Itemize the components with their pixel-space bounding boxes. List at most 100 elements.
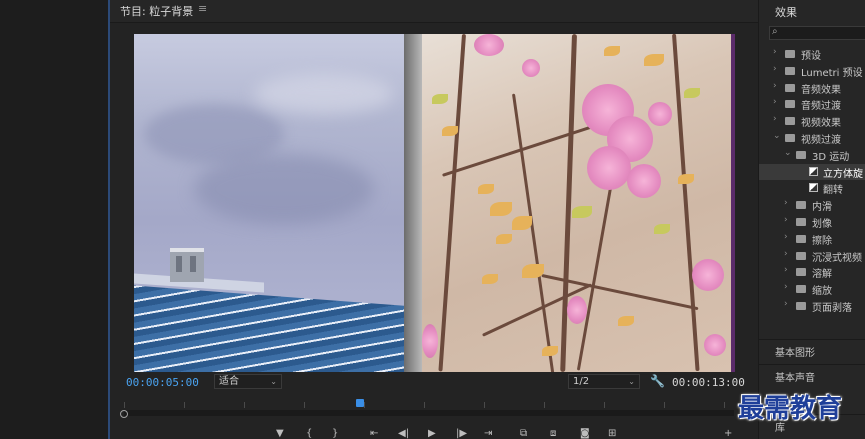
- effects-tree-item[interactable]: › 划像: [759, 214, 865, 230]
- cube-transition-edge: [404, 34, 422, 372]
- chevron-right-icon[interactable]: ›: [784, 232, 788, 242]
- folder-icon: [796, 218, 806, 226]
- effects-tree-item[interactable]: › 视频效果: [759, 113, 865, 129]
- effects-tree-item[interactable]: › 擦除: [759, 231, 865, 247]
- chevron-right-icon[interactable]: ›: [773, 47, 777, 57]
- effects-search-input[interactable]: ⌕: [769, 26, 865, 40]
- insert-icon[interactable]: ⧉: [520, 428, 527, 439]
- folder-icon: [785, 83, 795, 92]
- program-monitor-title[interactable]: 节目: 粒子背景: [120, 3, 193, 19]
- add-button-icon[interactable]: +: [724, 428, 732, 439]
- folder-icon: [785, 134, 795, 142]
- effects-tree-label: 划像: [812, 219, 832, 230]
- effects-tree-label: 页面剥落: [812, 303, 852, 314]
- go-to-in-icon[interactable]: ⇤: [370, 428, 378, 439]
- transport-controls: ▼ { } ⇤ ◀| ▶ |▶ ⇥ ⧉ ⧈ ◙ ⊞ +: [270, 428, 740, 439]
- step-back-icon[interactable]: ◀|: [398, 428, 409, 439]
- program-monitor-header: 节目: 粒子背景 ≡: [110, 0, 758, 23]
- effects-tree-item[interactable]: › 溶解: [759, 264, 865, 280]
- chevron-right-icon[interactable]: ›: [784, 299, 788, 309]
- effects-tree-label: Lumetri 预设: [801, 67, 863, 79]
- chevron-right-icon[interactable]: ›: [773, 64, 777, 74]
- effects-tree-item[interactable]: › 音频过渡: [759, 96, 865, 112]
- effects-tree-item[interactable]: 立方体旋: [759, 163, 865, 180]
- effects-tree-label: 音频过渡: [801, 101, 841, 113]
- transition-effect-icon: [809, 183, 818, 193]
- export-frame-icon[interactable]: ◙: [580, 428, 590, 439]
- program-monitor: 节目: 粒子背景 ≡ 00:00:05:00 适合 ⌄ 1/2 ⌄ 🔧 00:0…: [110, 0, 758, 439]
- folder-icon: [796, 201, 806, 210]
- wrench-icon[interactable]: 🔧: [650, 374, 665, 388]
- folder-icon: [796, 302, 806, 310]
- search-icon: ⌕: [772, 26, 778, 37]
- effects-tree-label: 翻转: [823, 185, 843, 197]
- zoom-fit-value: 适合: [219, 376, 239, 387]
- effects-tree-item[interactable]: 翻转: [759, 180, 865, 196]
- blossom-frame: [422, 34, 735, 372]
- in-point-marker[interactable]: [120, 410, 128, 418]
- chevron-down-icon[interactable]: ⌄: [773, 131, 781, 141]
- effects-tree-label: 视频过渡: [801, 135, 841, 146]
- effects-tree-label: 视频效果: [801, 118, 841, 130]
- effects-tree-label: 预设: [801, 51, 821, 62]
- effects-tree-label: 缩放: [812, 286, 832, 298]
- effects-tree-label: 内滑: [812, 202, 832, 214]
- current-timecode[interactable]: 00:00:05:00: [126, 376, 199, 389]
- chevron-right-icon[interactable]: ›: [784, 249, 788, 259]
- chevron-down-icon: ⌄: [628, 377, 635, 386]
- folder-icon: [796, 150, 806, 159]
- chevron-right-icon[interactable]: ›: [784, 282, 788, 292]
- effects-panel: 效果 ⌕ › 预设 › Lumetri 预设 › 音频效果 › 音频过渡 › 视频效果 ⌄ 视频过渡 ⌄…: [758, 0, 865, 439]
- folder-icon: [796, 285, 806, 294]
- chevron-down-icon: ⌄: [270, 377, 277, 386]
- chevron-right-icon[interactable]: ›: [784, 215, 788, 225]
- effects-tree-item[interactable]: ⌄ 视频过渡: [759, 130, 865, 146]
- effects-tree-item[interactable]: › 页面剥落: [759, 298, 865, 314]
- effects-tree-label: 3D 运动: [812, 151, 850, 163]
- watermark-logo: 最需教育: [738, 394, 843, 424]
- effects-tree-item[interactable]: › 内滑: [759, 197, 865, 213]
- time-ruler[interactable]: [120, 398, 740, 418]
- effects-tree-item[interactable]: › 缩放: [759, 281, 865, 297]
- section-essential-graphics[interactable]: 基本图形: [759, 339, 865, 362]
- effects-tree-item[interactable]: ⌄ 3D 运动: [759, 147, 865, 163]
- mark-out-icon[interactable]: }: [332, 428, 338, 439]
- effects-tree-label: 沉浸式视频: [812, 252, 862, 264]
- effects-tree-label: 溶解: [812, 269, 832, 281]
- go-to-out-icon[interactable]: ⇥: [484, 428, 492, 439]
- effects-tree-item[interactable]: › 预设: [759, 46, 865, 62]
- transition-effect-icon: [809, 166, 818, 176]
- step-forward-icon[interactable]: |▶: [456, 428, 467, 439]
- scrub-bar[interactable]: [124, 410, 734, 416]
- folder-icon: [785, 66, 795, 75]
- section-label: 基本图形: [775, 348, 815, 359]
- effects-tree-label: 音频效果: [801, 84, 841, 96]
- chevron-right-icon[interactable]: ›: [773, 114, 777, 124]
- mark-in-icon[interactable]: {: [306, 428, 312, 439]
- playhead[interactable]: [355, 399, 364, 407]
- effects-panel-title[interactable]: 效果: [775, 4, 797, 20]
- compare-icon[interactable]: ⊞: [608, 428, 616, 439]
- overwrite-icon[interactable]: ⧈: [550, 428, 556, 439]
- chevron-right-icon[interactable]: ›: [773, 97, 777, 107]
- section-essential-sound[interactable]: 基本声音: [759, 364, 865, 387]
- chevron-right-icon[interactable]: ›: [784, 265, 788, 275]
- chevron-down-icon[interactable]: ⌄: [784, 148, 792, 158]
- add-marker-icon[interactable]: ▼: [276, 428, 284, 439]
- resolution-select[interactable]: 1/2 ⌄: [568, 374, 640, 389]
- resolution-value: 1/2: [573, 376, 590, 387]
- folder-icon: [785, 117, 795, 126]
- chevron-right-icon[interactable]: ›: [784, 198, 788, 208]
- hamburger-icon[interactable]: ≡: [198, 2, 207, 15]
- building-frame: [134, 34, 404, 372]
- effects-tree-item[interactable]: › Lumetri 预设: [759, 63, 865, 79]
- effects-tree-label: 立方体旋: [823, 168, 863, 180]
- effects-tree-item[interactable]: › 音频效果: [759, 80, 865, 96]
- folder-icon: [796, 268, 806, 277]
- folder-icon: [785, 50, 795, 58]
- effects-tree-item[interactable]: › 沉浸式视频: [759, 248, 865, 264]
- chevron-right-icon[interactable]: ›: [773, 81, 777, 91]
- zoom-fit-select[interactable]: 适合 ⌄: [214, 374, 282, 389]
- video-preview[interactable]: [134, 34, 735, 372]
- play-icon[interactable]: ▶: [428, 428, 436, 439]
